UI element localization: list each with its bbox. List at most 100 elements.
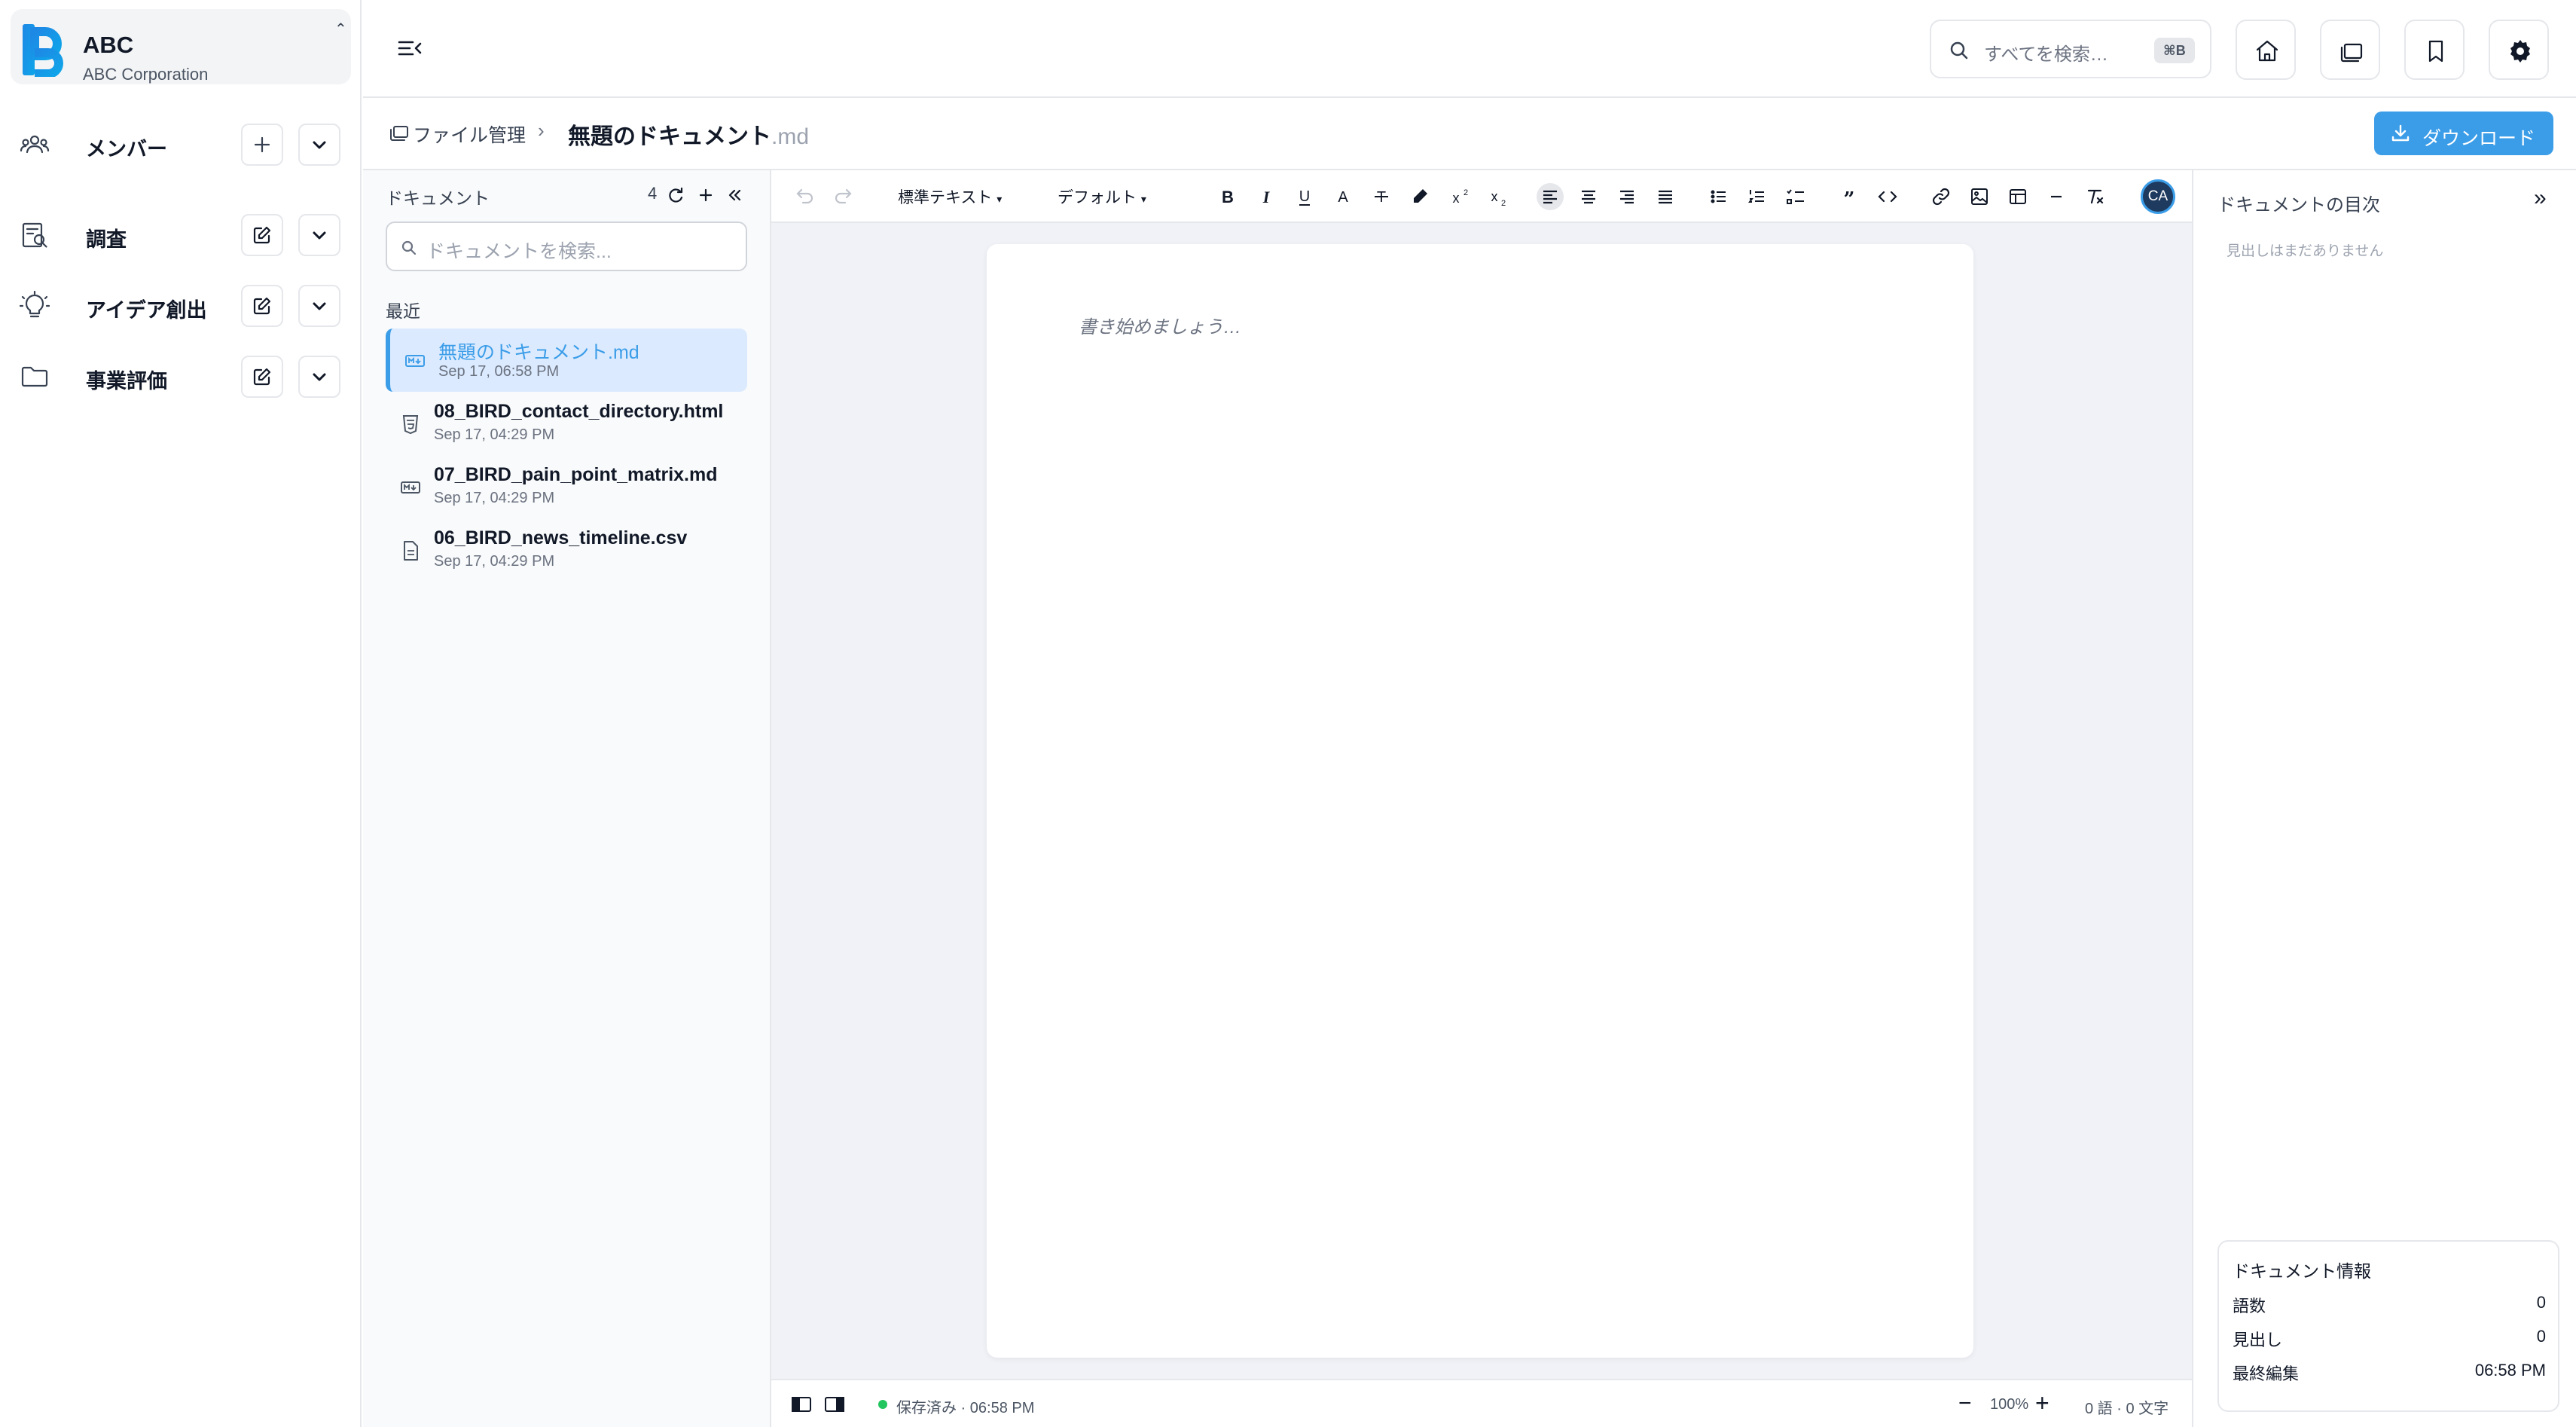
superscript-icon[interactable]: x2 <box>1445 183 1472 210</box>
toggle-left-panel-icon[interactable] <box>791 1395 812 1413</box>
toc-title: ドキュメントの目次 <box>2217 195 2380 215</box>
download-button[interactable]: ダウンロード <box>2374 112 2553 155</box>
document-search-input[interactable]: ドキュメントを検索... <box>386 222 747 271</box>
expand-evaluation-button[interactable] <box>298 356 340 398</box>
svg-text:x: x <box>1491 189 1498 204</box>
info-label: 見出し <box>2233 1331 2283 1349</box>
file-date: Sep 17, 04:29 PM <box>434 426 555 443</box>
add-member-button[interactable] <box>241 124 283 166</box>
text-color-icon[interactable]: A <box>1329 183 1357 210</box>
sidebar: ABC ABC Corporation ⌃ メンバー 調査 アイデア創出 事業評… <box>0 0 362 1427</box>
sidebar-item-evaluation[interactable]: 事業評価 <box>0 345 362 405</box>
org-switcher[interactable]: ABC ABC Corporation ⌃ <box>11 9 351 84</box>
expand-research-button[interactable] <box>298 214 340 256</box>
home-button[interactable] <box>2236 20 2296 80</box>
align-center-icon[interactable] <box>1575 183 1602 210</box>
document-list-title: ドキュメント <box>386 188 490 208</box>
text-style-select[interactable]: 標準テキスト ▾ <box>898 185 1002 208</box>
info-label: 語数 <box>2233 1297 2266 1315</box>
table-icon[interactable] <box>2004 183 2031 210</box>
folder-icon <box>20 362 50 392</box>
font-value: デフォルト <box>1058 189 1137 206</box>
markdown-file-icon <box>404 350 426 372</box>
undo-icon[interactable] <box>791 183 818 210</box>
align-justify-icon[interactable] <box>1652 183 1679 210</box>
horizontal-rule-icon[interactable] <box>2043 183 2070 210</box>
sidebar-item-label: アイデア創出 <box>86 299 207 322</box>
underline-icon[interactable]: U <box>1291 183 1318 210</box>
collaborator-avatar[interactable]: CA <box>2141 179 2175 214</box>
bullet-list-icon[interactable] <box>1705 183 1732 210</box>
document-title[interactable]: 無題のドキュメント.md <box>568 118 809 151</box>
edit-evaluation-button[interactable] <box>241 356 283 398</box>
checklist-icon[interactable] <box>1782 183 1809 210</box>
file-name: 06_BIRD_news_timeline.csv <box>434 527 688 548</box>
strikethrough-icon[interactable]: T <box>1368 183 1395 210</box>
org-toggle-icon[interactable]: ⌃ <box>334 20 347 38</box>
top-bar: すべてを検索… ⌘B <box>363 0 2576 98</box>
new-document-icon[interactable] <box>696 185 716 205</box>
clear-format-icon[interactable] <box>2081 183 2108 210</box>
quote-icon[interactable]: ” <box>1836 183 1863 210</box>
edit-ideation-button[interactable] <box>241 285 283 327</box>
align-right-icon[interactable] <box>1613 183 1641 210</box>
subscript-icon[interactable]: x2 <box>1483 183 1510 210</box>
editor-toolbar: 標準テキスト ▾ デフォルト ▾ B I U A T x2 x2 ” CA <box>771 170 2192 223</box>
text-style-value: 標準テキスト <box>898 189 993 206</box>
info-row-headings: 見出し 0 <box>2233 1327 2546 1349</box>
bookmark-button[interactable] <box>2404 20 2465 80</box>
toc-panel: ドキュメントの目次 » 見出しはまだありません ドキュメント情報 語数 0 見出… <box>2192 170 2576 1427</box>
sidebar-item-research[interactable]: 調査 <box>0 203 362 264</box>
settings-button[interactable] <box>2489 20 2549 80</box>
breadcrumb-root-link[interactable]: ファイル管理 <box>413 121 526 148</box>
svg-text:U: U <box>1299 188 1310 205</box>
csv-file-icon <box>399 539 422 562</box>
info-row-words: 語数 0 <box>2233 1293 2546 1315</box>
redo-icon[interactable] <box>830 183 857 210</box>
list-item[interactable]: 08_BIRD_contact_directory.html Sep 17, 0… <box>386 392 747 455</box>
list-item[interactable]: 06_BIRD_news_timeline.csv Sep 17, 04:29 … <box>386 518 747 582</box>
editor-canvas: 書き始めましょう… <box>771 223 2192 1379</box>
list-item[interactable]: 07_BIRD_pain_point_matrix.md Sep 17, 04:… <box>386 455 747 518</box>
expand-members-button[interactable] <box>298 124 340 166</box>
font-select[interactable]: デフォルト ▾ <box>1058 185 1146 208</box>
document-page[interactable]: 書き始めましょう… <box>987 244 1973 1358</box>
code-icon[interactable] <box>1874 183 1901 210</box>
files-button[interactable] <box>2320 20 2380 80</box>
save-status: 保存済み · 06:58 PM <box>896 1400 1035 1416</box>
highlight-icon[interactable] <box>1406 183 1433 210</box>
chevron-down-icon: ▾ <box>997 193 1003 205</box>
expand-ideation-button[interactable] <box>298 285 340 327</box>
editor-status-bar: 保存済み · 06:58 PM − 100% + 0 語 · 0 文字 <box>771 1379 2192 1427</box>
list-item-active[interactable]: 無題のドキュメント.md Sep 17, 06:58 PM <box>386 328 747 392</box>
zoom-in-button[interactable]: + <box>2035 1389 2050 1417</box>
toggle-right-panel-icon[interactable] <box>824 1395 845 1413</box>
collapse-sidebar-icon[interactable] <box>395 33 425 63</box>
bold-icon[interactable]: B <box>1214 183 1241 210</box>
zoom-out-button[interactable]: − <box>1958 1391 1972 1416</box>
italic-icon[interactable]: I <box>1253 183 1280 210</box>
svg-text:2: 2 <box>1501 199 1506 208</box>
info-label: 最終編集 <box>2233 1364 2300 1383</box>
align-left-icon[interactable] <box>1537 183 1564 210</box>
edit-research-button[interactable] <box>241 214 283 256</box>
global-search[interactable]: すべてを検索… ⌘B <box>1930 20 2211 78</box>
editor-placeholder[interactable]: 書き始めましょう… <box>1079 312 1241 338</box>
document-title-name: 無題のドキュメント <box>568 124 771 149</box>
document-info-title: ドキュメント情報 <box>2233 1261 2371 1281</box>
image-icon[interactable] <box>1966 183 1993 210</box>
sidebar-item-members[interactable]: メンバー <box>0 113 362 173</box>
svg-text:B: B <box>1222 188 1234 206</box>
saved-status-dot <box>878 1400 887 1409</box>
collapse-panel-icon[interactable] <box>725 185 744 205</box>
link-icon[interactable] <box>1927 183 1955 210</box>
info-value: 06:58 PM <box>2474 1361 2546 1380</box>
numbered-list-icon[interactable] <box>1744 183 1771 210</box>
search-placeholder: すべてを検索… <box>1984 44 2108 65</box>
sidebar-item-ideation[interactable]: アイデア創出 <box>0 274 362 335</box>
sidebar-item-label: 事業評価 <box>86 370 167 393</box>
org-subtitle: ABC Corporation <box>83 65 209 84</box>
zoom-level: 100% <box>1990 1396 2029 1413</box>
refresh-icon[interactable] <box>666 185 685 205</box>
collapse-toc-icon[interactable]: » <box>2534 185 2547 211</box>
